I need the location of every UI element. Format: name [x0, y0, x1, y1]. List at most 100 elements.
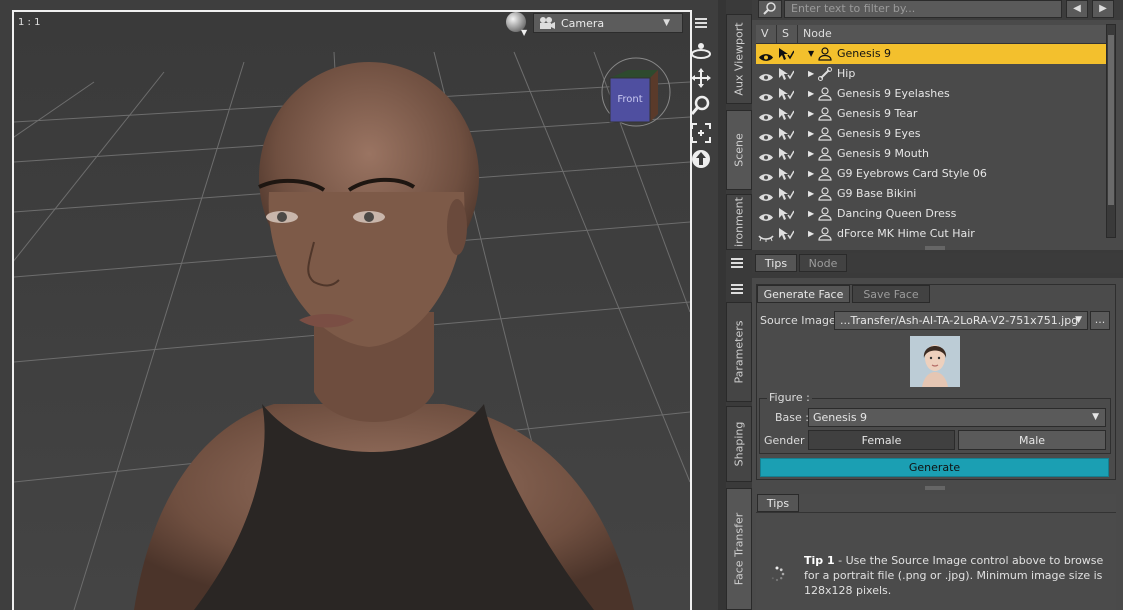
selectable-cursor-icon[interactable]	[778, 87, 795, 101]
tab-environment[interactable]: ironment	[726, 194, 752, 250]
selectable-cursor-icon[interactable]	[778, 107, 795, 121]
tab-generate-face[interactable]: Generate Face	[757, 285, 850, 303]
scene-node[interactable]: ▶ Hip	[756, 64, 1106, 84]
eye-icon[interactable]	[758, 129, 774, 141]
tab-tips-help[interactable]: Tips	[757, 494, 799, 512]
orbit-icon[interactable]	[690, 40, 712, 62]
viewport-toolbar	[690, 12, 718, 212]
figure-legend: Figure :	[767, 391, 812, 404]
scene-node[interactable]: ▶ Genesis 9 Mouth	[756, 144, 1106, 164]
tab-shaping[interactable]: Shaping	[726, 406, 752, 482]
scene-node[interactable]: ▶ Dancing Queen Dress	[756, 204, 1106, 224]
expand-arrow-right-icon[interactable]: ▶	[808, 104, 814, 124]
expand-arrow-right-icon[interactable]: ▶	[808, 224, 814, 244]
scene-node[interactable]: ▶ G9 Eyebrows Card Style 06	[756, 164, 1106, 184]
scene-node-label: G9 Eyebrows Card Style 06	[837, 167, 987, 180]
frame-selection-icon[interactable]	[690, 122, 712, 144]
selectable-cursor-icon[interactable]	[778, 67, 795, 81]
scene-node-label: Dancing Queen Dress	[837, 207, 957, 220]
expand-arrow-right-icon[interactable]: ▶	[808, 144, 814, 164]
tab-scene[interactable]: Scene	[726, 110, 752, 190]
view-cube[interactable]: Front	[598, 54, 678, 134]
pane-resize-handle[interactable]	[925, 246, 945, 250]
visible-column-header[interactable]: V	[756, 25, 777, 43]
expand-arrow-right-icon[interactable]: ▶	[808, 84, 814, 104]
eye-icon[interactable]	[758, 89, 774, 101]
base-figure-value: Genesis 9	[813, 411, 868, 424]
eye-icon[interactable]	[758, 209, 774, 221]
eye-icon[interactable]	[758, 189, 774, 201]
selectable-cursor-icon[interactable]	[778, 207, 795, 221]
scrollbar-thumb[interactable]	[1108, 35, 1114, 205]
figure-icon	[818, 207, 832, 221]
source-image-select[interactable]: ...Transfer/Ash-AI-TA-2LoRA-V2-751x751.j…	[834, 311, 1088, 330]
eye-icon[interactable]	[758, 169, 774, 181]
loading-spinner-icon	[771, 566, 785, 582]
scene-node-label: G9 Base Bikini	[837, 187, 917, 200]
pane-splitter[interactable]	[718, 0, 726, 610]
3d-viewport[interactable]: 1 : 1 ▼ Camera ▼ Front	[0, 0, 718, 610]
viewport-menu-icon[interactable]	[690, 14, 712, 36]
tab-parameters[interactable]: Parameters	[726, 302, 752, 402]
viewport-frame	[12, 10, 692, 610]
pane-resize-handle[interactable]	[925, 486, 945, 490]
pane-menu-icon[interactable]	[728, 256, 746, 270]
chevron-down-icon: ▼	[1075, 315, 1082, 325]
scene-scrollbar[interactable]	[1106, 24, 1116, 238]
expand-arrow-right-icon[interactable]: ▶	[808, 164, 814, 184]
figure-icon	[818, 107, 832, 121]
previous-arrow-icon[interactable]: ◀	[1066, 0, 1088, 18]
tab-node[interactable]: Node	[799, 254, 847, 272]
scene-node[interactable]: ▶ G9 Base Bikini	[756, 184, 1106, 204]
tab-face-transfer[interactable]: Face Transfer	[726, 488, 752, 610]
expand-arrow-right-icon[interactable]: ▶	[808, 184, 814, 204]
gender-male-button[interactable]: Male	[958, 430, 1106, 450]
eye-closed-icon[interactable]	[758, 229, 774, 242]
reset-view-icon[interactable]	[690, 148, 712, 170]
figure-icon	[818, 87, 832, 101]
eye-icon[interactable]	[758, 69, 774, 81]
search-icon[interactable]	[758, 0, 782, 18]
scene-node[interactable]: ▶ Genesis 9 Eyes	[756, 124, 1106, 144]
selectable-column-header[interactable]: S	[777, 25, 798, 43]
figure-icon	[818, 167, 832, 181]
tab-save-face[interactable]: Save Face	[852, 285, 930, 303]
node-column-header[interactable]: Node	[798, 25, 1093, 43]
tab-tips[interactable]: Tips	[755, 254, 797, 272]
selectable-cursor-icon[interactable]	[778, 127, 795, 141]
pan-icon[interactable]	[690, 67, 712, 89]
scene-filter-input[interactable]: Enter text to filter by...	[784, 0, 1062, 18]
selectable-cursor-icon[interactable]	[778, 227, 795, 241]
camera-select[interactable]: Camera ▼	[533, 13, 683, 33]
zoom-icon[interactable]	[690, 94, 712, 116]
scene-node-selected[interactable]: ▼ Genesis 9	[756, 44, 1106, 64]
base-figure-select[interactable]: Genesis 9 ▼	[808, 408, 1106, 427]
figure-icon	[818, 127, 832, 141]
chevron-down-icon: ▼	[663, 18, 670, 28]
face-transfer-menu-icon[interactable]	[728, 282, 746, 296]
tab-aux-viewport[interactable]: Aux Viewport	[726, 14, 752, 104]
eye-icon[interactable]	[758, 149, 774, 161]
selectable-cursor-icon[interactable]	[778, 167, 795, 181]
scene-node[interactable]: ▶ dForce MK Hime Cut Hair	[756, 224, 1106, 244]
browse-button[interactable]: ...	[1090, 311, 1110, 330]
expand-arrow-right-icon[interactable]: ▶	[808, 64, 814, 84]
gender-label: Gender :	[764, 434, 812, 447]
gender-female-button[interactable]: Female	[808, 430, 955, 450]
expand-arrow-right-icon[interactable]: ▶	[808, 124, 814, 144]
scene-node[interactable]: ▶ Genesis 9 Eyelashes	[756, 84, 1106, 104]
tab-scene-label: Scene	[732, 133, 746, 167]
eye-icon[interactable]	[758, 49, 774, 61]
figure-icon	[818, 47, 832, 61]
selectable-cursor-icon[interactable]	[778, 187, 795, 201]
figure-icon	[818, 187, 832, 201]
next-arrow-icon[interactable]: ▶	[1092, 0, 1114, 18]
selectable-cursor-icon[interactable]	[778, 147, 795, 161]
generate-button[interactable]: Generate	[760, 458, 1109, 477]
selectable-cursor-icon[interactable]	[778, 47, 795, 61]
expand-arrow-right-icon[interactable]: ▶	[808, 204, 814, 224]
eye-icon[interactable]	[758, 109, 774, 121]
expand-arrow-down-icon[interactable]: ▼	[808, 44, 814, 64]
draw-style-caret-icon[interactable]: ▼	[521, 28, 527, 37]
scene-node[interactable]: ▶ Genesis 9 Tear	[756, 104, 1106, 124]
